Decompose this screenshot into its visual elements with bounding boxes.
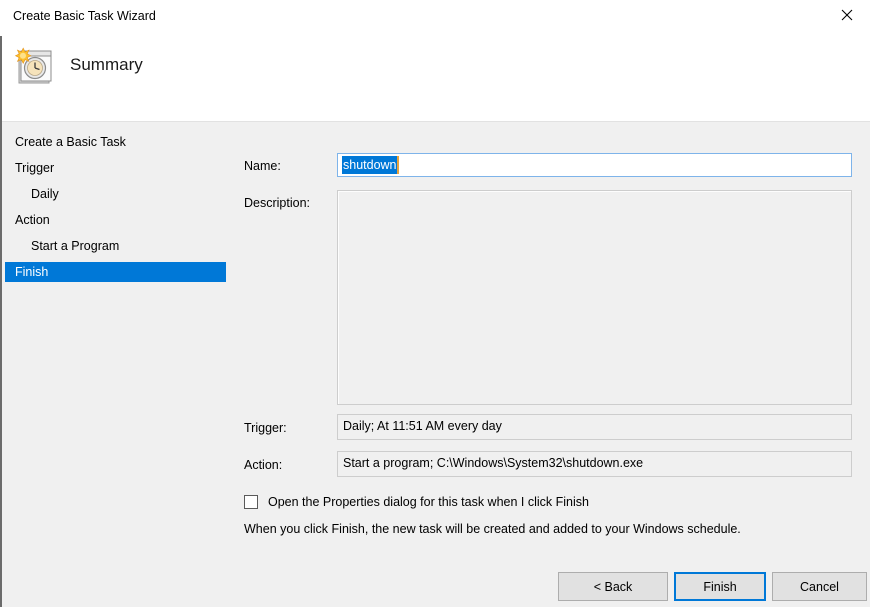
sidebar-item-trigger[interactable]: Trigger [5, 158, 226, 178]
trigger-value-field[interactable]: Daily; At 11:51 AM every day [337, 414, 852, 440]
sidebar-item-daily[interactable]: Daily [5, 184, 226, 204]
cancel-button[interactable]: Cancel [772, 572, 867, 601]
open-properties-checkbox-row[interactable]: Open the Properties dialog for this task… [244, 495, 589, 509]
description-label: Description: [244, 196, 310, 210]
sidebar-item-finish[interactable]: Finish [5, 262, 226, 282]
name-label: Name: [244, 159, 281, 173]
sidebar-item-start-a-program[interactable]: Start a Program [5, 236, 226, 256]
text-caret [396, 156, 399, 174]
name-input[interactable]: shutdown [337, 153, 852, 177]
title-bar: Create Basic Task Wizard [0, 0, 870, 36]
task-scheduler-icon [12, 44, 58, 90]
close-button[interactable] [824, 0, 870, 30]
action-value-field[interactable]: Start a program; C:\Windows\System32\shu… [337, 451, 852, 477]
window-title: Create Basic Task Wizard [13, 9, 156, 23]
sidebar-item-create-a-basic-task[interactable]: Create a Basic Task [5, 132, 226, 152]
create-basic-task-wizard-window: Create Basic Task Wizard Summary Create … [0, 0, 870, 607]
sidebar-item-action[interactable]: Action [5, 210, 226, 230]
open-properties-checkbox[interactable] [244, 495, 258, 509]
close-icon [841, 9, 853, 21]
name-input-value: shutdown [342, 156, 397, 174]
finish-hint-text: When you click Finish, the new task will… [244, 522, 741, 536]
back-button[interactable]: < Back [558, 572, 668, 601]
open-properties-checkbox-label[interactable]: Open the Properties dialog for this task… [268, 495, 589, 509]
action-label: Action: [244, 458, 283, 472]
finish-button[interactable]: Finish [674, 572, 766, 601]
wizard-header: Summary [2, 36, 870, 122]
description-textarea[interactable] [337, 190, 852, 405]
page-title: Summary [70, 55, 143, 74]
wizard-step-nav: Create a Basic Task Trigger Daily Action… [2, 122, 232, 607]
trigger-label: Trigger: [244, 421, 287, 435]
